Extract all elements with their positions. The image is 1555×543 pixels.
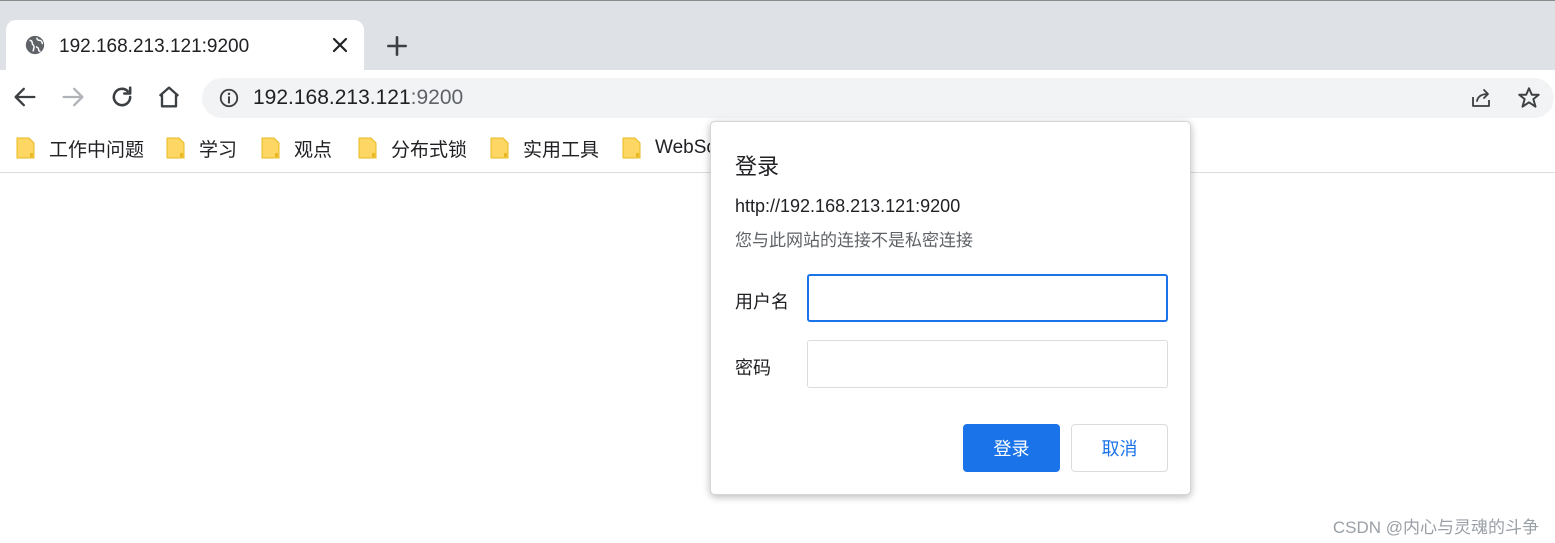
tab-title: 192.168.213.121:9200 bbox=[59, 36, 250, 57]
username-label: 用户名 bbox=[735, 292, 789, 312]
dialog-origin: http://192.168.213.121:9200 bbox=[735, 196, 961, 216]
bookmark-label: 观点 bbox=[294, 139, 333, 161]
share-icon[interactable] bbox=[1469, 86, 1493, 110]
info-icon[interactable] bbox=[218, 87, 240, 109]
watermark: CSDN @内心与灵魂的斗争 bbox=[1332, 518, 1539, 537]
login-button[interactable]: 登录 bbox=[963, 424, 1060, 472]
folder-icon bbox=[490, 137, 509, 159]
dialog-title: 登录 bbox=[735, 154, 780, 179]
address-bar[interactable]: 192.168.213.121:9200 bbox=[202, 78, 1554, 118]
arrow-left-icon[interactable] bbox=[11, 83, 39, 111]
url-port: :9200 bbox=[410, 86, 464, 109]
bookmark-folder[interactable]: 观点 bbox=[261, 135, 332, 161]
star-icon[interactable] bbox=[1516, 85, 1542, 111]
connection-warning: 您与此网站的连接不是私密连接 bbox=[735, 231, 973, 250]
login-dialog: 登录 http://192.168.213.121:9200 您与此网站的连接不… bbox=[710, 121, 1191, 495]
browser-toolbar: 192.168.213.121:9200 bbox=[0, 70, 1555, 126]
home-icon[interactable] bbox=[155, 83, 183, 111]
folder-icon bbox=[166, 137, 185, 159]
folder-icon bbox=[358, 137, 377, 159]
bookmark-label: 实用工具 bbox=[523, 139, 600, 161]
url-text[interactable]: 192.168.213.121:9200 bbox=[253, 86, 463, 110]
bookmark-folder[interactable]: 学习 bbox=[166, 135, 237, 161]
plus-icon[interactable] bbox=[384, 33, 410, 59]
folder-icon bbox=[622, 137, 641, 159]
bookmark-label: 工作中问题 bbox=[49, 139, 145, 161]
folder-icon bbox=[16, 137, 35, 159]
cancel-button[interactable]: 取消 bbox=[1071, 424, 1168, 472]
folder-icon bbox=[261, 137, 280, 159]
arrow-right-icon[interactable] bbox=[59, 83, 87, 111]
password-label: 密码 bbox=[735, 358, 771, 378]
password-input[interactable] bbox=[807, 340, 1168, 388]
reload-icon[interactable] bbox=[108, 83, 136, 111]
bookmark-folder[interactable]: 工作中问题 bbox=[16, 135, 144, 161]
bookmark-label: WebSc bbox=[655, 137, 716, 158]
globe-icon bbox=[25, 35, 45, 55]
bookmark-label: 分布式锁 bbox=[391, 139, 468, 161]
close-icon[interactable] bbox=[328, 33, 352, 57]
url-host: 192.168.213.121 bbox=[253, 86, 411, 109]
bookmark-folder[interactable]: WebSc bbox=[622, 135, 716, 161]
username-input[interactable] bbox=[807, 274, 1168, 322]
bookmark-label: 学习 bbox=[199, 139, 238, 161]
tab-active[interactable]: 192.168.213.121:9200 bbox=[6, 20, 364, 72]
bookmark-folder[interactable]: 实用工具 bbox=[490, 135, 599, 161]
tab-strip: 192.168.213.121:9200 bbox=[0, 0, 1555, 72]
bookmark-folder[interactable]: 分布式锁 bbox=[358, 135, 467, 161]
